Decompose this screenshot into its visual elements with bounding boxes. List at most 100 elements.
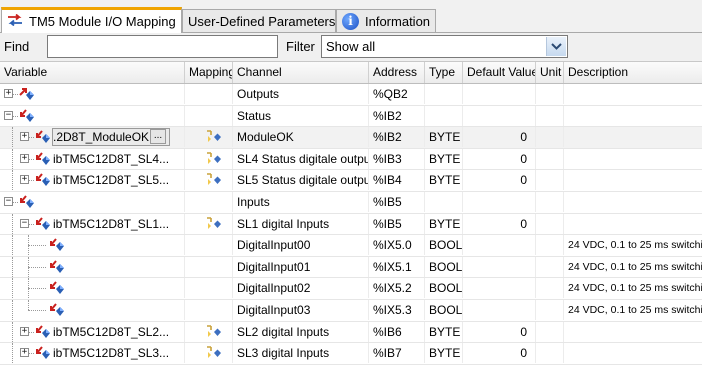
column-header-mapping[interactable]: Mapping (185, 62, 233, 83)
table-row[interactable]: +... .2D8T_ModuleOK ModuleOK %IB2 BYTE 0 (0, 127, 702, 149)
variable-cell[interactable]: + ibTM5C12D8T_SL2... (0, 321, 185, 342)
table-row[interactable]: + ibTM5C12D8T_SL2... SL2 digital Inputs %IB… (0, 321, 702, 344)
variable-cell[interactable]: − (0, 105, 185, 126)
default-value-cell[interactable]: 0 (463, 321, 536, 342)
variable-cell[interactable]: − ibTM5C12D8T_SL1... (0, 213, 185, 234)
address-cell: %IX5.0 (369, 235, 425, 256)
expand-icon[interactable]: + (20, 326, 29, 336)
variable-cell[interactable]: + ibTM5C12D8T_SL5... (0, 170, 185, 191)
table-row[interactable]: − Status %IB2 (0, 105, 702, 128)
default-value-cell[interactable]: 0 (463, 213, 536, 234)
column-header-description[interactable]: Description (564, 62, 702, 83)
column-header-unit[interactable]: Unit (536, 62, 564, 83)
mapping-cell[interactable] (185, 256, 233, 277)
default-value-cell[interactable] (463, 84, 536, 104)
mapping-cell[interactable] (185, 105, 233, 126)
expand-icon[interactable]: + (20, 153, 29, 163)
variable-name: ibTM5C12D8T_SL5... (53, 173, 170, 188)
mapping-cell[interactable] (185, 235, 233, 256)
tab-io-mapping[interactable]: TM5 Module I/O Mapping (1, 7, 182, 33)
find-input[interactable] (47, 35, 278, 58)
variable-cell[interactable]: + ibTM5C12D8T_SL4... (0, 148, 185, 169)
column-header-type[interactable]: Type (425, 62, 463, 83)
tab-information[interactable]: i Information (336, 9, 436, 32)
input-variable-icon (48, 302, 66, 318)
variable-cell[interactable] (0, 256, 185, 277)
default-value-cell[interactable] (463, 256, 536, 277)
default-value-cell[interactable]: 0 (463, 148, 536, 169)
mapping-cell[interactable] (185, 343, 233, 364)
description-cell (564, 343, 702, 363)
table-row[interactable]: − Inputs %IB5 (0, 191, 702, 214)
expand-icon[interactable]: + (20, 132, 29, 142)
table-row[interactable]: + Outputs %QB2 (0, 84, 702, 106)
tab-user-defined-parameters[interactable]: User-Defined Parameters (182, 9, 336, 32)
variable-cell[interactable]: +... .2D8T_ModuleOK (0, 127, 185, 148)
expand-icon[interactable]: + (4, 89, 13, 98)
default-value-cell[interactable] (463, 191, 536, 212)
expand-icon[interactable]: + (20, 348, 29, 358)
mapping-icon (205, 151, 221, 167)
collapse-icon[interactable]: − (4, 110, 13, 120)
default-value-cell[interactable]: 0 (463, 343, 536, 364)
channel-cell: SL5 Status digitale outputs (233, 170, 369, 191)
table-row[interactable]: DigitalInput01 %IX5.1 BOOL 24 VDC, 0.1 to 2… (0, 256, 702, 279)
table-row[interactable]: DigitalInput02 %IX5.2 BOOL 24 VDC, 0.1 to 2… (0, 278, 702, 300)
input-variable-icon (34, 345, 52, 361)
variable-cell[interactable] (0, 299, 185, 320)
mapping-cell[interactable] (185, 213, 233, 234)
default-value-cell[interactable]: 0 (463, 127, 536, 148)
default-value-cell[interactable] (463, 278, 536, 299)
column-header-variable[interactable]: Variable (0, 62, 185, 83)
chevron-down-icon[interactable] (546, 37, 566, 56)
table-row[interactable]: + ibTM5C12D8T_SL5... SL5 Status digitale o… (0, 170, 702, 192)
default-value-cell[interactable] (463, 299, 536, 320)
filter-dropdown[interactable]: Show all (321, 35, 568, 58)
table-row[interactable]: + ibTM5C12D8T_SL3... SL3 digital Inputs %IB… (0, 343, 702, 365)
mapping-cell[interactable] (185, 299, 233, 320)
tree-line (12, 235, 13, 256)
channel-cell: DigitalInput02 (233, 278, 369, 299)
input-variable-icon (48, 237, 66, 253)
address-cell: %IB3 (369, 148, 425, 169)
input-variable-icon (34, 216, 52, 232)
table-row[interactable]: DigitalInput03 %IX5.3 BOOL 24 VDC, 0.1 to 2… (0, 299, 702, 322)
variable-cell[interactable]: + (0, 84, 185, 104)
channel-cell: SL3 digital Inputs (233, 343, 369, 364)
mapping-cell[interactable] (185, 148, 233, 169)
table-row[interactable]: DigitalInput00 %IX5.0 BOOL 24 VDC, 0.1 to 2… (0, 235, 702, 257)
collapse-icon[interactable]: − (4, 196, 13, 206)
mapping-cell[interactable] (185, 191, 233, 212)
channel-cell: ModuleOK (233, 127, 369, 148)
input-variable-icon (34, 324, 52, 340)
column-header-channel[interactable]: Channel (233, 62, 369, 83)
variable-cell[interactable] (0, 278, 185, 299)
channel-cell: Outputs (233, 84, 369, 104)
tree-line (12, 278, 13, 299)
filter-label: Filter (286, 39, 315, 54)
tree-line (12, 213, 13, 234)
default-value-cell[interactable] (463, 105, 536, 126)
mapping-cell[interactable] (185, 278, 233, 299)
column-header-default-value[interactable]: Default Value (463, 62, 536, 83)
description-cell (564, 192, 702, 212)
mapping-cell[interactable] (185, 84, 233, 104)
mapping-cell[interactable] (185, 321, 233, 342)
variable-cell[interactable]: − (0, 191, 185, 212)
variable-cell[interactable] (0, 235, 185, 256)
expand-icon[interactable]: + (20, 175, 29, 185)
collapse-icon[interactable]: − (20, 218, 29, 228)
mapping-cell[interactable] (185, 170, 233, 191)
tab-bar: TM5 Module I/O Mapping User-Defined Para… (0, 0, 702, 33)
unit-cell (536, 321, 564, 342)
table-row[interactable]: + ibTM5C12D8T_SL4... SL4 Status digitale o… (0, 148, 702, 171)
column-header-address[interactable]: Address (369, 62, 425, 83)
default-value-cell[interactable] (463, 235, 536, 256)
default-value-cell[interactable]: 0 (463, 170, 536, 191)
mapping-cell[interactable] (185, 127, 233, 148)
variable-cell[interactable]: + ibTM5C12D8T_SL3... (0, 343, 185, 364)
io-mapping-grid: Variable Mapping Channel Address Type De… (0, 62, 702, 365)
browse-variable-button[interactable]: ... (150, 129, 166, 145)
channel-cell: SL1 digital Inputs (233, 213, 369, 234)
table-row[interactable]: − ibTM5C12D8T_SL1... SL1 digital Inputs %IB… (0, 213, 702, 236)
